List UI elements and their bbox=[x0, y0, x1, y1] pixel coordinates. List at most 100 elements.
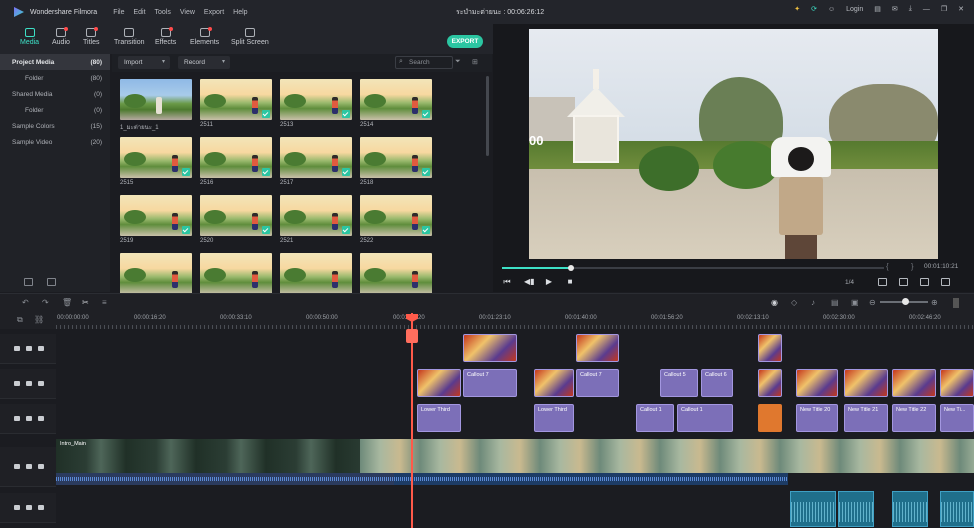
library-sample-video[interactable]: Sample Video (20) bbox=[0, 134, 110, 150]
lock-icon[interactable] bbox=[26, 464, 32, 469]
tool-split-screen[interactable]: Split Screen bbox=[231, 28, 269, 46]
zoom-in-icon[interactable]: ⊕ bbox=[931, 299, 940, 307]
library-project-media[interactable]: Project Media (80) bbox=[0, 54, 110, 70]
playhead[interactable] bbox=[411, 313, 413, 528]
close-icon[interactable]: ✕ bbox=[958, 5, 964, 13]
video-clip[interactable]: Intro_Main bbox=[56, 439, 360, 473]
mark-in-out-icon[interactable]: { } bbox=[886, 262, 924, 271]
sticker-clip[interactable] bbox=[758, 369, 782, 397]
tool-elements[interactable]: Elements bbox=[190, 27, 219, 46]
folder-icon[interactable] bbox=[47, 278, 56, 286]
title-clip[interactable]: Lower Third bbox=[417, 404, 461, 432]
search-input[interactable]: Search bbox=[395, 56, 453, 69]
title-clip[interactable]: New Title 22 bbox=[892, 404, 936, 432]
title-clip[interactable]: Callout 5 bbox=[660, 369, 698, 397]
sticker-clip[interactable] bbox=[758, 334, 782, 362]
sticker-clip[interactable] bbox=[796, 369, 838, 397]
audio-clip[interactable] bbox=[940, 491, 974, 527]
new-folder-icon[interactable] bbox=[24, 278, 33, 286]
media-tile[interactable]: 2516 bbox=[200, 137, 272, 195]
monitor-icon[interactable] bbox=[878, 278, 887, 286]
playback-quality[interactable]: 1/4 bbox=[845, 279, 854, 286]
title-clip[interactable]: Callout 1 bbox=[636, 404, 674, 432]
title-clip[interactable]: Callout 7 bbox=[576, 369, 619, 397]
media-tile[interactable]: 1_มะต่ายนะ_1 bbox=[120, 79, 192, 137]
title-clip[interactable]: New Title 20 bbox=[796, 404, 838, 432]
zoom-out-icon[interactable]: ⊖ bbox=[869, 299, 878, 307]
lock-icon[interactable] bbox=[26, 346, 32, 351]
library-folder[interactable]: Folder (80) bbox=[0, 70, 110, 86]
panel-toggle-icon[interactable] bbox=[953, 298, 959, 308]
playhead-marker[interactable] bbox=[406, 329, 418, 343]
eye-icon[interactable] bbox=[38, 346, 44, 351]
title-clip[interactable]: Callout 6 bbox=[701, 369, 733, 397]
marker-icon[interactable]: ◇ bbox=[791, 299, 800, 307]
media-tile[interactable]: 2519 bbox=[120, 195, 192, 253]
tool-media[interactable]: Media bbox=[20, 28, 39, 46]
library-shared-folder[interactable]: Folder (0) bbox=[0, 102, 110, 118]
cut-icon[interactable]: ✂ bbox=[82, 299, 91, 307]
grid-view-icon[interactable]: ⊞ bbox=[472, 58, 478, 66]
speaker-icon[interactable] bbox=[38, 505, 44, 510]
menu-file[interactable]: File bbox=[113, 9, 124, 16]
sticker-clip[interactable] bbox=[844, 369, 888, 397]
title-clip[interactable]: Callout 1 bbox=[677, 404, 733, 432]
bulb-icon[interactable]: ✦ bbox=[794, 5, 800, 13]
media-tile[interactable]: 2520 bbox=[200, 195, 272, 253]
progress-knob[interactable] bbox=[568, 265, 574, 271]
eye-icon[interactable] bbox=[38, 381, 44, 386]
library-shared-media[interactable]: Shared Media (0) bbox=[0, 86, 110, 102]
eye-icon[interactable] bbox=[38, 416, 44, 421]
maximize-icon[interactable]: ❐ bbox=[941, 5, 947, 13]
audio-clip[interactable] bbox=[790, 491, 836, 527]
menu-help[interactable]: Help bbox=[233, 9, 247, 16]
audio-mixer-icon[interactable]: ▣ bbox=[851, 299, 860, 307]
layout-icon[interactable]: ▤ bbox=[874, 5, 881, 13]
sticker-clip[interactable] bbox=[463, 334, 517, 362]
zoom-slider-knob[interactable] bbox=[902, 298, 909, 305]
media-tile[interactable]: 2515 bbox=[120, 137, 192, 195]
user-icon[interactable]: ☺ bbox=[828, 6, 835, 13]
sticker-clip[interactable] bbox=[576, 334, 619, 362]
redo-icon[interactable]: ↷ bbox=[42, 299, 51, 307]
volume-icon[interactable] bbox=[920, 278, 929, 286]
menu-view[interactable]: View bbox=[180, 9, 195, 16]
audio-clip[interactable] bbox=[838, 491, 874, 527]
undo-icon[interactable]: ↶ bbox=[22, 299, 31, 307]
record-dropdown[interactable]: Record ▾ bbox=[178, 56, 230, 69]
tool-transition[interactable]: Transition bbox=[114, 28, 144, 46]
mail-icon[interactable]: ✉ bbox=[892, 5, 898, 13]
download-icon[interactable]: ⤓ bbox=[909, 5, 912, 13]
snapshot-icon[interactable] bbox=[899, 278, 908, 286]
adjust-icon[interactable]: ≡ bbox=[102, 299, 111, 307]
tool-titles[interactable]: Titles bbox=[83, 27, 99, 46]
tool-audio[interactable]: Audio bbox=[52, 27, 70, 46]
fullscreen-icon[interactable] bbox=[941, 278, 950, 286]
media-scrollbar[interactable] bbox=[486, 76, 489, 156]
media-tile[interactable]: 2513 bbox=[280, 79, 352, 137]
media-tile[interactable]: 2518 bbox=[360, 137, 432, 195]
filter-icon[interactable]: ⏷ bbox=[455, 58, 461, 66]
export-button[interactable]: EXPORT bbox=[447, 35, 483, 48]
title-clip[interactable]: New Ti... bbox=[940, 404, 974, 432]
sticker-clip[interactable] bbox=[417, 369, 461, 397]
skip-back-icon[interactable]: ⏮ bbox=[503, 278, 511, 286]
media-tile[interactable]: 2511 bbox=[200, 79, 272, 137]
video-clip[interactable] bbox=[360, 439, 974, 473]
menu-edit[interactable]: Edit bbox=[133, 9, 145, 16]
lock-icon[interactable] bbox=[26, 416, 32, 421]
sync-icon[interactable]: ⟳ bbox=[811, 5, 817, 13]
add-track-icon[interactable]: ⧉ bbox=[17, 315, 23, 325]
title-clip[interactable]: New Title 21 bbox=[844, 404, 888, 432]
stop-icon[interactable]: ■ bbox=[566, 278, 574, 286]
voiceover-icon[interactable]: ▤ bbox=[831, 299, 840, 307]
eye-icon[interactable] bbox=[38, 464, 44, 469]
media-tile[interactable]: 2521 bbox=[280, 195, 352, 253]
mic-icon[interactable]: ♪ bbox=[811, 299, 820, 307]
delete-icon[interactable]: 🗑 bbox=[62, 299, 72, 307]
play-icon[interactable]: ▶ bbox=[545, 278, 553, 286]
sticker-clip[interactable] bbox=[534, 369, 574, 397]
media-tile[interactable]: 2522 bbox=[360, 195, 432, 253]
link-icon[interactable]: ⛓ bbox=[34, 315, 44, 324]
tool-effects[interactable]: Effects bbox=[155, 27, 176, 46]
